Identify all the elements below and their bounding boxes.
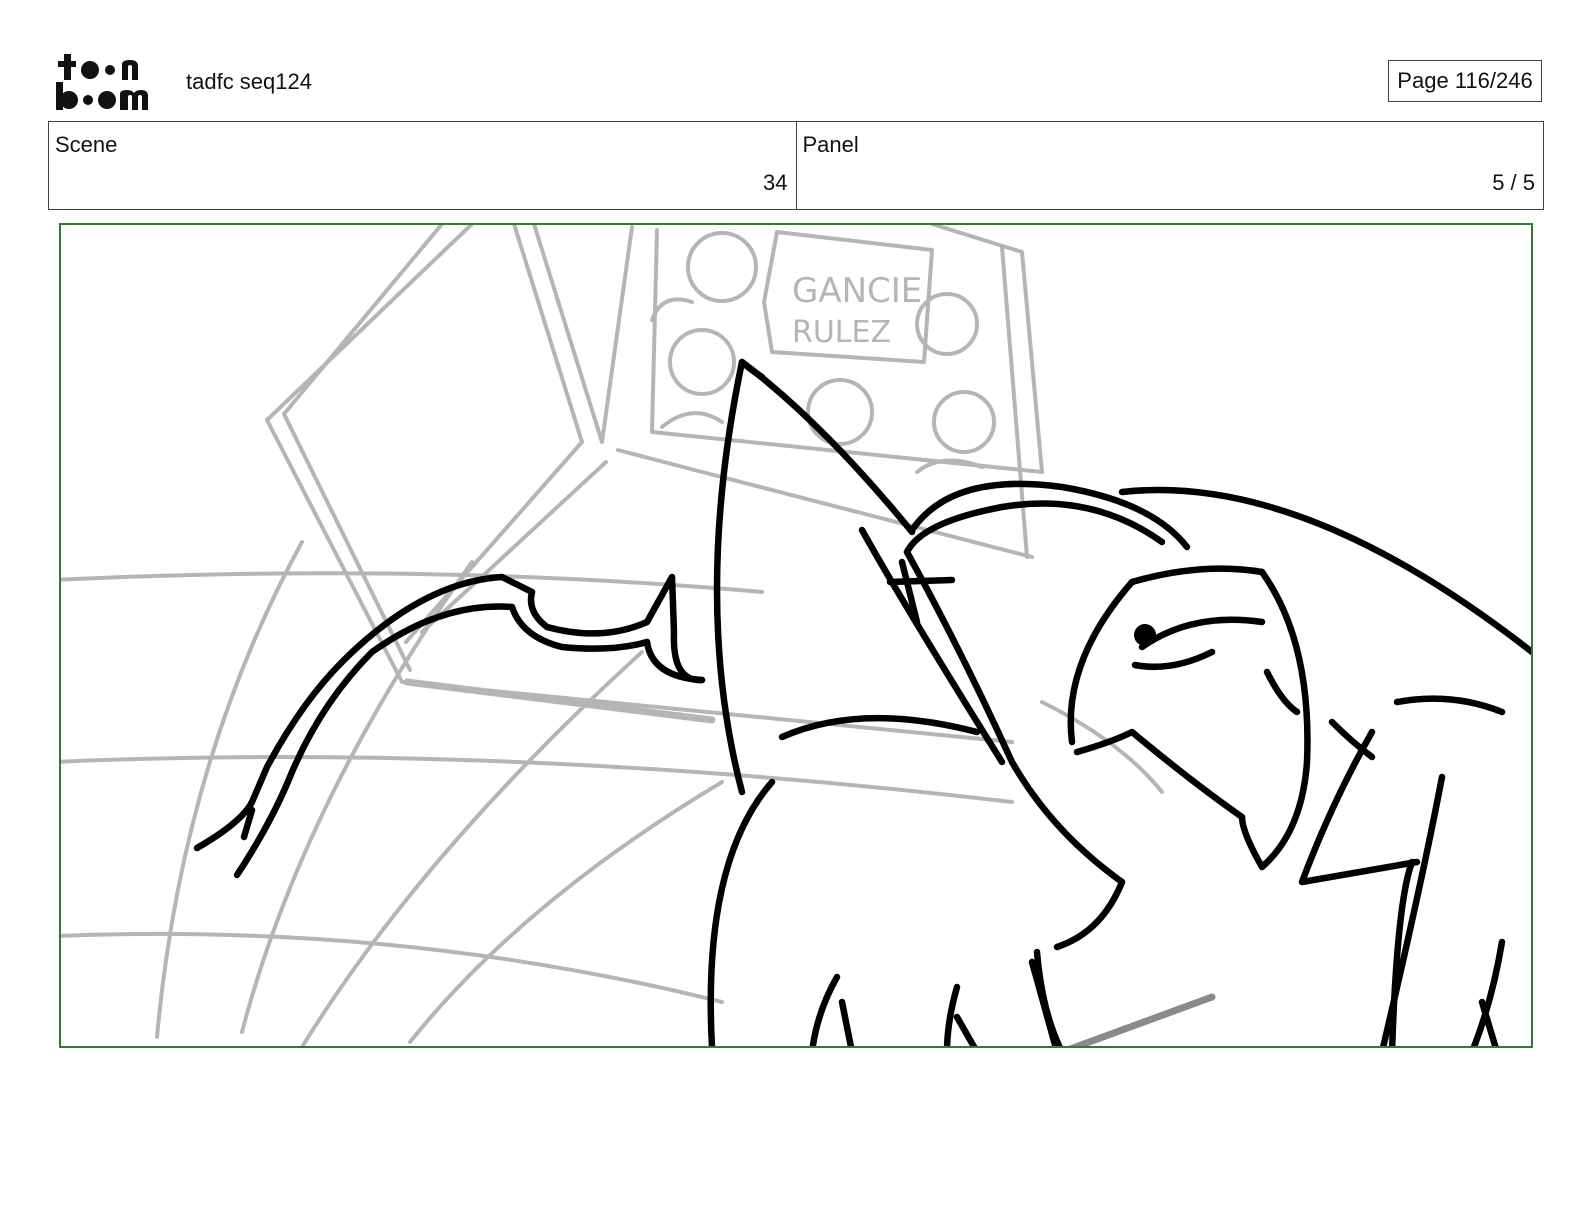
document-title: tadfc seq124 bbox=[186, 69, 312, 94]
sign-text-line-2: RULEZ bbox=[792, 315, 891, 350]
sign-text-line-1: GANCIE bbox=[792, 271, 922, 311]
toon-boom-logo bbox=[56, 54, 148, 110]
storyboard-panel: GANCIE RULEZ bbox=[59, 223, 1533, 1048]
scene-number: 34 bbox=[763, 170, 788, 195]
panel-cell: Panel 5 / 5 bbox=[795, 122, 1544, 209]
storyboard-sketch: GANCIE RULEZ bbox=[61, 225, 1531, 1046]
panel-label: Panel bbox=[802, 132, 859, 157]
scene-panel-info-table: Scene 34 Panel 5 / 5 bbox=[48, 121, 1544, 210]
scene-cell: Scene 34 bbox=[49, 122, 796, 209]
panel-number: 5 / 5 bbox=[1492, 170, 1535, 195]
scene-label: Scene bbox=[55, 132, 118, 157]
page-indicator: Page 116/246 bbox=[1388, 60, 1542, 102]
background-rough-sketch: GANCIE RULEZ bbox=[61, 225, 1216, 1046]
creature-eye bbox=[1134, 624, 1156, 646]
